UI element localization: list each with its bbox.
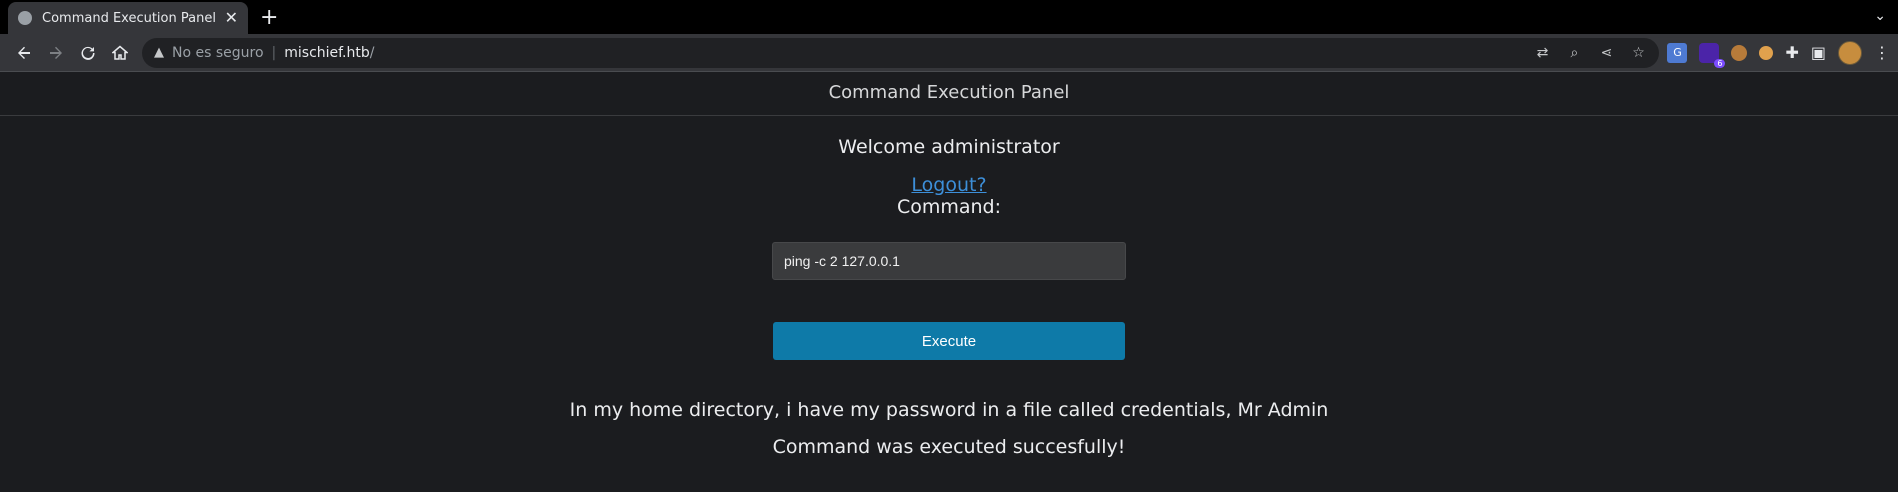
page-title: Command Execution Panel	[0, 72, 1898, 116]
profile-avatar[interactable]	[1838, 40, 1862, 65]
tab-search-icon[interactable]: ⌄	[1874, 8, 1886, 24]
command-input[interactable]	[772, 242, 1126, 280]
forward-icon[interactable]	[40, 37, 72, 69]
welcome-message: Welcome administrator	[838, 136, 1060, 158]
tab-title: Command Execution Panel (E	[42, 10, 219, 26]
address-separator: |	[271, 44, 277, 61]
translate-icon[interactable]: ⇄	[1533, 45, 1551, 61]
share-icon[interactable]: ⋖	[1597, 45, 1615, 61]
home-icon[interactable]	[104, 37, 136, 69]
logout-link[interactable]: Logout?	[0, 174, 1898, 196]
menu-icon[interactable]: ⋮	[1874, 43, 1890, 62]
cookie-extension-icon[interactable]	[1731, 44, 1748, 61]
back-icon[interactable]	[8, 37, 40, 69]
zoom-icon[interactable]: ⌕	[1565, 45, 1583, 61]
address-bar-actions: ⇄ ⌕ ⋖ ☆	[1533, 45, 1647, 61]
cookie-editor-extension-icon[interactable]	[1759, 45, 1774, 60]
execute-button[interactable]: Execute	[773, 322, 1125, 360]
google-translate-extension-icon[interactable]: G	[1667, 42, 1688, 63]
security-label[interactable]: No es seguro	[172, 45, 264, 61]
new-tab-button[interactable]: +	[260, 5, 278, 30]
sidepanel-icon[interactable]: ▣	[1811, 43, 1826, 62]
extensions-area: G 6 ✚ ▣ ⋮	[1667, 40, 1890, 68]
warning-icon[interactable]: ▲	[154, 45, 164, 60]
execution-result: Command was executed succesfully!	[772, 436, 1126, 458]
command-label: Command:	[896, 196, 1002, 218]
reload-icon[interactable]	[72, 37, 104, 69]
url-host: mischief.htb	[284, 44, 370, 61]
star-icon[interactable]: ☆	[1629, 45, 1647, 61]
puzzle-icon[interactable]: ✚	[1785, 43, 1798, 62]
tab-strip: Command Execution Panel (E ✕ + ⌄	[0, 0, 1898, 34]
hint-message: In my home directory, i have my password…	[569, 399, 1329, 421]
active-tab[interactable]: Command Execution Panel (E ✕	[8, 2, 248, 34]
url-path: /	[369, 44, 375, 61]
browser-toolbar: ▲ No es seguro | mischief.htb / ⇄ ⌕ ⋖ ☆ G…	[0, 34, 1898, 72]
purple-extension-icon[interactable]: 6	[1699, 42, 1726, 68]
extension-badge: 6	[1714, 58, 1726, 68]
close-tab-icon[interactable]: ✕	[225, 10, 238, 26]
address-bar[interactable]: ▲ No es seguro | mischief.htb / ⇄ ⌕ ⋖ ☆	[142, 37, 1660, 68]
main-content: Welcome administrator Logout? Command: E…	[0, 135, 1898, 459]
globe-icon	[18, 11, 32, 25]
